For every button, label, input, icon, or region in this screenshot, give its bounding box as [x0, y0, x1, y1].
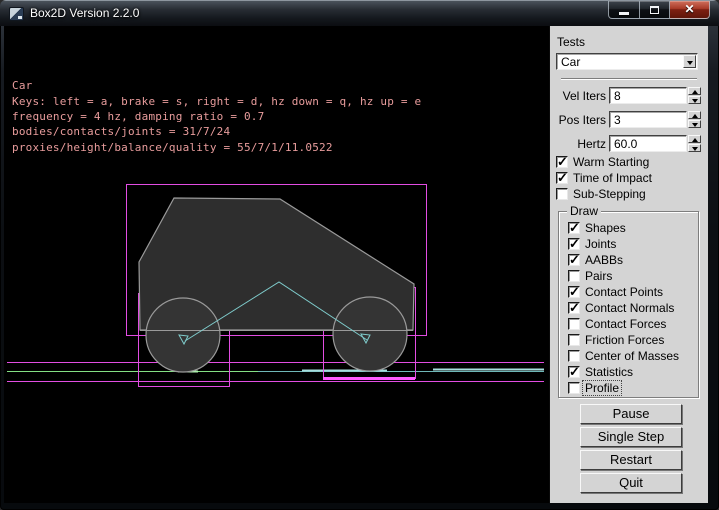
checkbox[interactable] [568, 366, 580, 378]
client-area: CarKeys: left = a, brake = s, right = d,… [4, 26, 708, 503]
spinner-value-field[interactable]: 3 [609, 111, 687, 128]
checkbox[interactable] [568, 350, 580, 362]
ground-edge [7, 370, 544, 372]
checkbox-label: Profile [583, 381, 621, 395]
chevron-down-icon [687, 61, 693, 68]
action-button[interactable]: Single Step [580, 427, 682, 447]
debug-text-line: proxies/height/balance/quality = 55/7/1/… [12, 140, 421, 155]
checkbox-label: Contact Forces [585, 317, 666, 331]
minimize-icon [619, 12, 629, 15]
checkbox[interactable] [556, 188, 568, 200]
maximize-button[interactable] [639, 1, 670, 19]
checkbox[interactable] [568, 270, 580, 282]
checkbox-label: Joints [585, 237, 616, 251]
app-icon [9, 7, 24, 21]
debug-text-line: Car [12, 78, 421, 93]
checkbox-label: Statistics [585, 365, 633, 379]
titlebar[interactable]: Box2D Version 2.2.0 ✕ [0, 0, 719, 26]
checkbox-label: Shapes [585, 221, 626, 235]
action-button[interactable]: Pause [580, 404, 682, 424]
debug-text-line: frequency = 4 hz, damping ratio = 0.7 [12, 109, 421, 124]
draw-groupbox-label: Draw [567, 204, 601, 218]
spinner-buttons [688, 135, 701, 152]
action-button[interactable]: Restart [580, 450, 682, 470]
debug-text-line: bodies/contacts/joints = 31/7/24 [12, 124, 421, 139]
spinner-value-field[interactable]: 60.0 [609, 135, 687, 152]
action-buttons: Pause Single Step Restart Quit [580, 404, 682, 496]
debug-text: CarKeys: left = a, brake = s, right = d,… [12, 32, 421, 155]
spinner-label: Hertz [550, 137, 606, 151]
maximize-icon [650, 6, 659, 14]
separator [561, 78, 697, 80]
checkbox-label: AABBs [585, 253, 623, 267]
checkbox[interactable] [568, 254, 580, 266]
spinner-label: Pos Iters [550, 113, 606, 127]
tests-label: Tests [557, 35, 585, 49]
spinner-buttons [688, 111, 701, 128]
right-wheel [333, 297, 407, 371]
draw-groupbox: Draw Shapes Joints [558, 211, 699, 398]
control-panel: Tests Car Vel Iters 8 [549, 26, 708, 503]
checkbox[interactable] [568, 334, 580, 346]
arrow-up-icon [692, 90, 698, 94]
window-title: Box2D Version 2.2.0 [30, 6, 139, 20]
tests-dropdown-value: Car [561, 55, 580, 69]
spinner-value-field[interactable]: 8 [609, 87, 687, 104]
action-button[interactable]: Quit [580, 473, 682, 493]
checkbox-label: Contact Normals [585, 301, 674, 315]
checkbox[interactable] [556, 156, 568, 168]
spin-down-button[interactable] [688, 144, 701, 152]
spin-up-button[interactable] [688, 135, 701, 143]
checkbox-label: Friction Forces [585, 333, 664, 347]
close-icon: ✕ [670, 2, 709, 16]
checkbox[interactable] [568, 238, 580, 250]
spinner-row: Hertz 60.0 [550, 135, 709, 152]
checkbox[interactable] [568, 222, 580, 234]
checkbox-label: Center of Masses [585, 349, 679, 363]
spin-down-button[interactable] [688, 96, 701, 104]
minimize-button[interactable] [608, 1, 639, 19]
arrow-down-icon [692, 99, 698, 103]
arrow-down-icon [692, 147, 698, 151]
window: Box2D Version 2.2.0 ✕ [0, 0, 719, 510]
debug-text-line: Keys: left = a, brake = s, right = d, hz… [12, 94, 421, 109]
close-button[interactable]: ✕ [670, 1, 710, 19]
spinner-label: Vel Iters [550, 89, 606, 103]
checkbox-label: Warm Starting [573, 155, 649, 169]
spin-up-button[interactable] [688, 111, 701, 119]
spinner-buttons [688, 87, 701, 104]
checkbox[interactable] [556, 172, 568, 184]
tests-dropdown[interactable]: Car [556, 53, 698, 70]
arrow-down-icon [692, 123, 698, 127]
spin-down-button[interactable] [688, 120, 701, 128]
checkbox[interactable] [568, 382, 580, 394]
checkbox-label: Pairs [585, 269, 612, 283]
checkbox[interactable] [568, 318, 580, 330]
checkbox-label: Time of Impact [573, 171, 652, 185]
arrow-up-icon [692, 114, 698, 118]
checkbox[interactable] [568, 286, 580, 298]
spin-up-button[interactable] [688, 87, 701, 95]
arrow-up-icon [692, 138, 698, 142]
simulation-canvas[interactable]: CarKeys: left = a, brake = s, right = d,… [4, 26, 549, 503]
checkbox-label: Contact Points [585, 285, 663, 299]
spinner-row: Vel Iters 8 [550, 87, 709, 104]
checkbox-label: Sub-Stepping [573, 187, 646, 201]
checkbox[interactable] [568, 302, 580, 314]
spinner-row: Pos Iters 3 [550, 111, 709, 128]
tests-dropdown-button[interactable] [683, 55, 696, 68]
caption-buttons: ✕ [608, 1, 710, 19]
